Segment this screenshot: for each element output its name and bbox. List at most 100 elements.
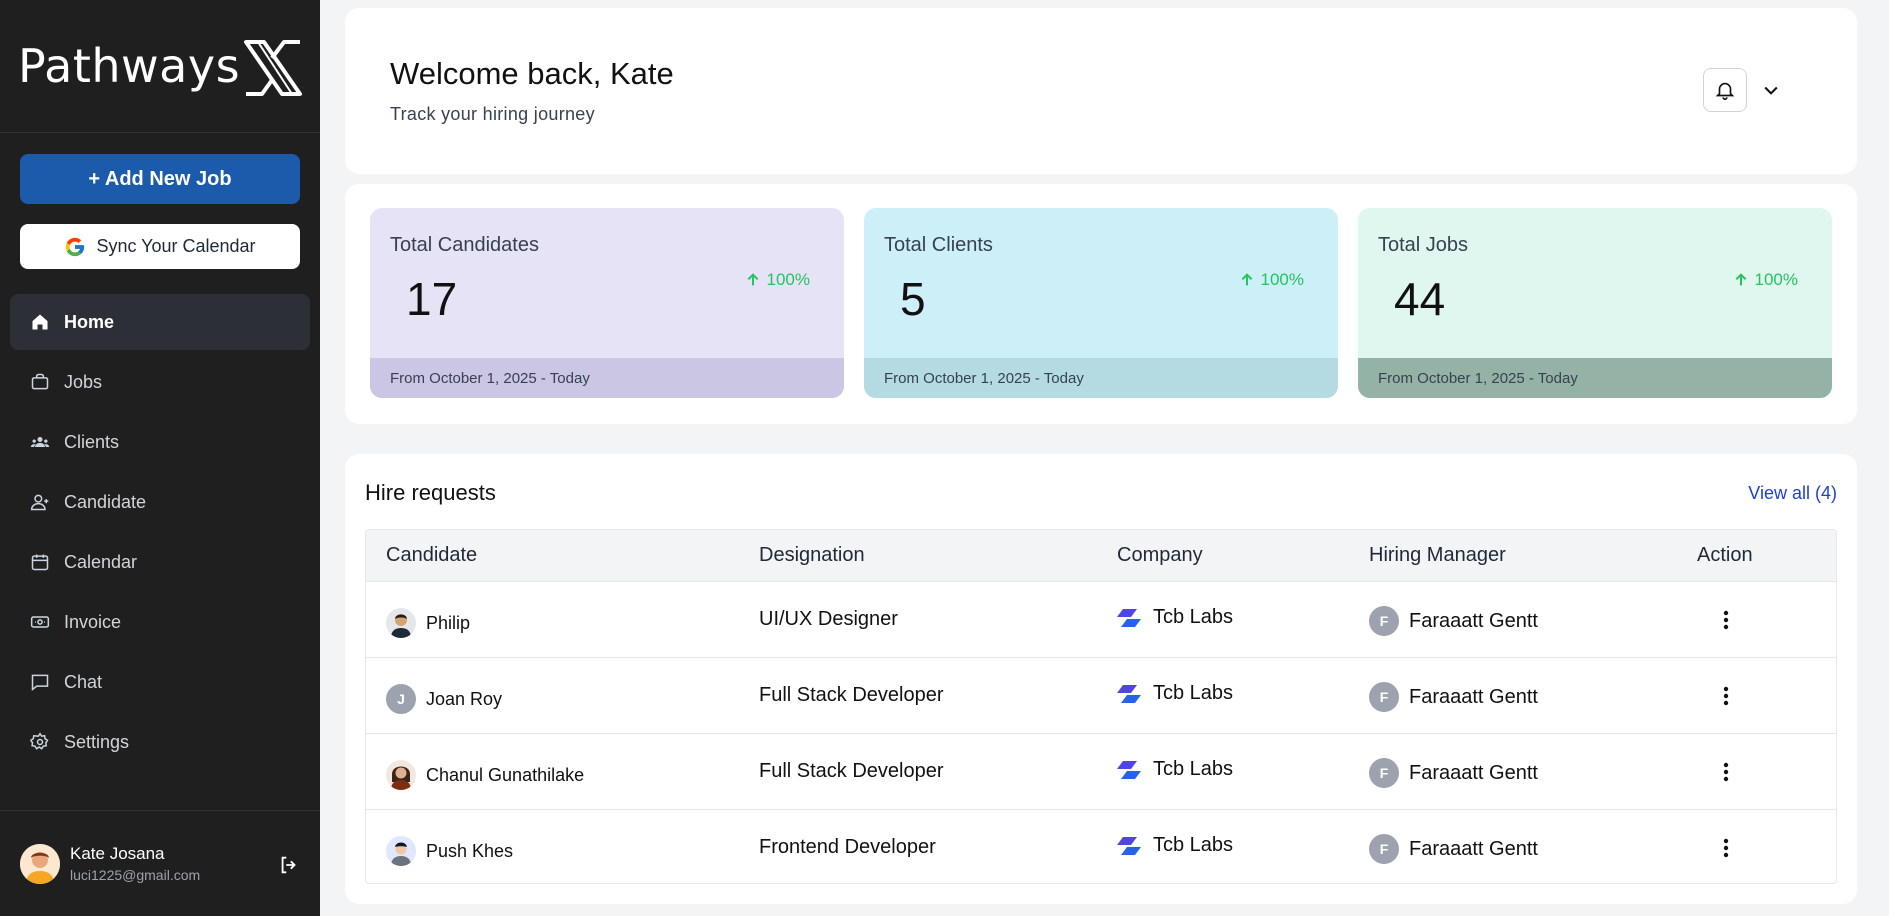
user-email: luci1225@gmail.com: [70, 867, 201, 883]
stat-footer: From October 1, 2025 - Today: [1358, 358, 1832, 398]
notifications-button[interactable]: [1703, 68, 1747, 112]
hiring-manager: F Faraaatt Gentt: [1369, 682, 1538, 712]
company: Tcb Labs: [1117, 606, 1233, 629]
stat-label: Total Clients: [884, 234, 993, 256]
manager-avatar: F: [1369, 682, 1399, 712]
stat-change: 100%: [745, 270, 810, 290]
home-icon: [32, 314, 48, 330]
sidebar-item-home[interactable]: Home: [10, 294, 310, 350]
manager-name: Faraaatt Gentt: [1409, 761, 1538, 784]
table-row[interactable]: J Joan Roy Full Stack Developer Tcb Labs…: [366, 657, 1836, 733]
bell-icon: [1715, 82, 1735, 100]
chevron-down-icon[interactable]: [1761, 80, 1781, 100]
sidebar-item-jobs[interactable]: Jobs: [10, 354, 310, 410]
avatar[interactable]: [20, 843, 60, 884]
stat-footer: From October 1, 2025 - Today: [370, 358, 844, 398]
table-header: Candidate Designation Company Hiring Man…: [366, 530, 1836, 581]
more-options-icon[interactable]: [1716, 608, 1736, 632]
stat-value: 5: [900, 273, 926, 325]
chat-icon: [31, 674, 49, 692]
company: Tcb Labs: [1117, 682, 1233, 705]
calendar-icon: [31, 554, 49, 571]
sidebar-item-settings[interactable]: Settings: [10, 714, 310, 770]
sidebar-item-label: Chat: [64, 671, 103, 692]
sidebar-item-label: Home: [64, 311, 115, 332]
candidate-avatar: [386, 608, 416, 638]
sidebar-item-invoice[interactable]: Invoice: [10, 594, 310, 650]
table-row[interactable]: Philip UI/UX Designer Tcb Labs F Faraaat…: [366, 581, 1836, 657]
hiring-manager: F Faraaatt Gentt: [1369, 834, 1538, 864]
company-logo-icon: [1117, 836, 1141, 855]
candidate-name: Joan Roy: [426, 688, 503, 709]
designation: UI/UX Designer: [759, 608, 898, 630]
stat-value: 44: [1394, 273, 1446, 325]
sidebar-item-calendar[interactable]: Calendar: [10, 534, 310, 590]
sidebar: Pathways + Add New Job Sync Your Calenda…: [0, 0, 320, 916]
manager-avatar: F: [1369, 758, 1399, 788]
stat-change-value: 100%: [766, 270, 810, 289]
add-new-job-button[interactable]: + Add New Job: [20, 154, 300, 204]
hire-requests-table: Candidate Designation Company Hiring Man…: [365, 529, 1837, 884]
gear-icon: [30, 732, 49, 750]
sync-calendar-button[interactable]: Sync Your Calendar: [20, 224, 300, 269]
view-all-link[interactable]: View all (4): [1748, 483, 1837, 504]
more-options-icon[interactable]: [1716, 684, 1736, 708]
main-content: Welcome back, Kate Track your hiring jou…: [345, 8, 1857, 904]
manager-avatar: F: [1369, 834, 1399, 864]
arrow-up-icon: [747, 273, 758, 286]
users-icon: [30, 437, 50, 447]
designation: Full Stack Developer: [759, 684, 944, 706]
stat-card-candidates: Total Candidates 17 100% From October 1,…: [370, 208, 844, 398]
page-title: Welcome back, Kate: [390, 56, 674, 91]
sync-calendar-label: Sync Your Calendar: [96, 236, 256, 256]
more-options-icon[interactable]: [1716, 760, 1736, 784]
logout-icon[interactable]: [278, 854, 300, 876]
company-logo-icon: [1117, 684, 1141, 703]
company-name: Tcb Labs: [1153, 606, 1234, 628]
sidebar-item-candidate[interactable]: Candidate: [10, 474, 310, 530]
column-header-action: Action: [1697, 544, 1753, 566]
sidebar-item-clients[interactable]: Clients: [10, 414, 310, 470]
hiring-manager: F Faraaatt Gentt: [1369, 758, 1538, 788]
sidebar-item-chat[interactable]: Chat: [10, 654, 310, 710]
arrow-up-icon: [1735, 273, 1746, 286]
designation: Full Stack Developer: [759, 760, 944, 782]
sidebar-item-label: Invoice: [64, 611, 122, 632]
company-logo-icon: [1117, 608, 1141, 627]
stat-change: 100%: [1239, 270, 1304, 290]
arrow-up-icon: [1241, 273, 1252, 286]
column-header-designation: Designation: [759, 544, 865, 566]
manager-name: Faraaatt Gentt: [1409, 685, 1538, 708]
company-name: Tcb Labs: [1153, 758, 1234, 780]
designation: Frontend Developer: [759, 836, 936, 858]
company-logo-icon: [1117, 760, 1141, 779]
more-options-icon[interactable]: [1716, 836, 1736, 860]
company: Tcb Labs: [1117, 834, 1233, 857]
sidebar-item-label: Jobs: [64, 371, 103, 392]
briefcase-icon: [31, 373, 49, 390]
user-profile: Kate Josana luci1225@gmail.com: [0, 810, 320, 916]
company-name: Tcb Labs: [1153, 682, 1234, 704]
company: Tcb Labs: [1117, 758, 1233, 781]
stat-change-value: 100%: [1754, 270, 1798, 289]
manager-avatar: F: [1369, 606, 1399, 636]
stat-card-clients: Total Clients 5 100% From October 1, 202…: [864, 208, 1338, 398]
user-icon: [30, 494, 49, 511]
header-card: Welcome back, Kate Track your hiring jou…: [345, 8, 1857, 174]
sidebar-nav: Home Jobs Clients Candidate Calendar Inv…: [10, 294, 310, 774]
brand-name: Pathways: [18, 39, 241, 93]
column-header-hiring-manager: Hiring Manager: [1369, 544, 1506, 566]
sidebar-item-label: Settings: [64, 731, 130, 752]
hire-requests-section: Hire requests View all (4) Candidate Des…: [345, 454, 1857, 904]
table-row[interactable]: Push Khes Frontend Developer Tcb Labs F …: [366, 809, 1836, 883]
user-avatar-icon: [20, 843, 60, 884]
stat-change: 100%: [1733, 270, 1798, 290]
logo: Pathways: [0, 0, 320, 133]
column-header-candidate: Candidate: [386, 544, 478, 566]
table-row[interactable]: Chanul Gunathilake Full Stack Developer …: [366, 733, 1836, 809]
candidate-avatar: [386, 760, 416, 790]
sidebar-item-label: Candidate: [64, 491, 147, 512]
invoice-icon: [30, 616, 50, 628]
stat-card-jobs: Total Jobs 44 100% From October 1, 2025 …: [1358, 208, 1832, 398]
column-header-company: Company: [1117, 544, 1203, 566]
